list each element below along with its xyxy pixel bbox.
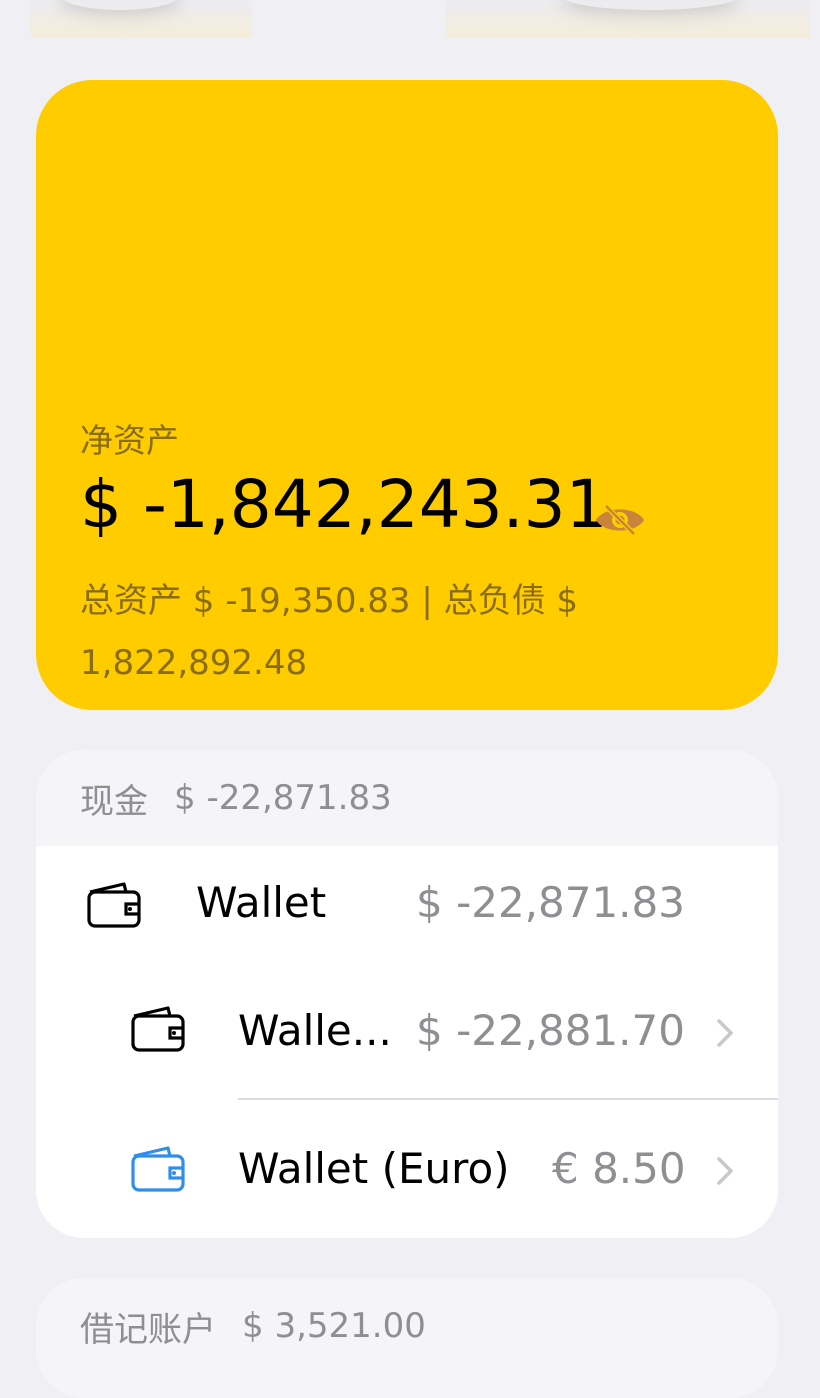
account-name: Wallet (Euro) — [238, 1144, 510, 1193]
account-row-wallet[interactable]: Wallet $ -22,871.83 — [36, 846, 778, 966]
previous-card-edge — [30, 0, 252, 38]
debit-header-amount: $ 3,521.00 — [242, 1306, 426, 1346]
account-name: Walle... — [238, 1006, 392, 1055]
cash-header-label: 现金 — [80, 781, 148, 822]
assets-liabilities-summary: 总资产 $ -19,350.83 | 总负债 $ 1,822,892.48 — [80, 581, 579, 683]
previous-card-edge — [445, 0, 810, 38]
net-worth-amount: $ -1,842,243.31 — [80, 466, 608, 543]
wallet-icon — [87, 882, 141, 928]
account-amount: € 8.50 — [552, 1144, 686, 1193]
wallet-icon — [131, 1146, 185, 1192]
wallet-icon — [131, 1006, 185, 1052]
debit-section: 借记账户 $ 3,521.00 — [36, 1278, 778, 1398]
account-row-wallet-sub[interactable]: Walle... $ -22,881.70 — [36, 970, 778, 1090]
row-divider — [238, 1098, 778, 1100]
cash-section-header: 现金 $ -22,871.83 — [36, 750, 778, 846]
net-worth-label: 净资产 — [80, 421, 179, 460]
net-worth-card[interactable]: 净资产 $ -1,842,243.31 总资产 $ -19,350.83 | 总… — [36, 80, 778, 710]
chevron-right-icon — [717, 1019, 733, 1047]
eye-slash-icon[interactable] — [594, 502, 646, 538]
account-amount: $ -22,881.70 — [416, 1006, 685, 1055]
account-name: Wallet — [196, 878, 327, 927]
cash-section: 现金 $ -22,871.83 Wallet $ -22,871.83 Wall… — [36, 750, 778, 1238]
account-amount: $ -22,871.83 — [416, 878, 685, 927]
debit-section-header: 借记账户 $ 3,521.00 — [36, 1278, 778, 1374]
account-row-wallet-euro[interactable]: Wallet (Euro) € 8.50 — [36, 1108, 778, 1228]
debit-header-label: 借记账户 — [80, 1309, 216, 1350]
cash-header-amount: $ -22,871.83 — [174, 778, 392, 818]
chevron-right-icon — [717, 1157, 733, 1185]
